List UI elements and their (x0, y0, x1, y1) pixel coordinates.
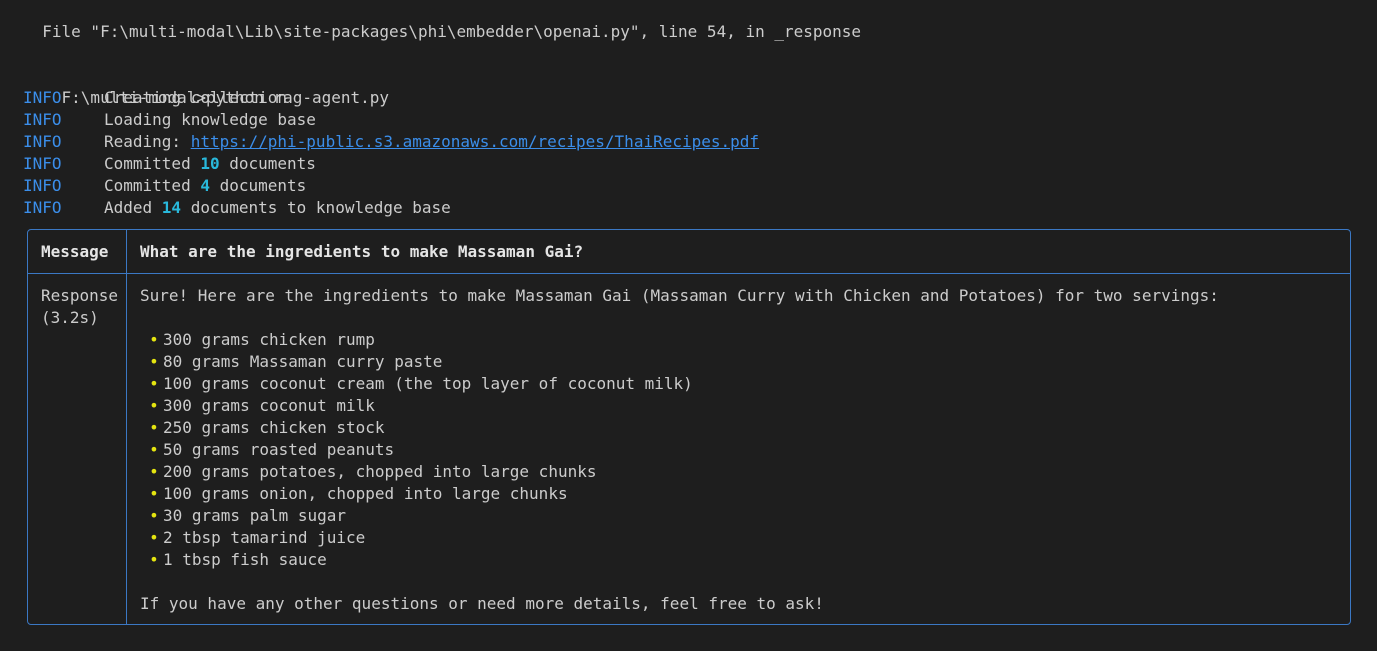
ingredient-text: 80 grams Massaman curry paste (163, 352, 443, 371)
log-text: Loading knowledge base (104, 110, 316, 129)
bullet-icon: • (149, 396, 159, 415)
bullet-icon: • (149, 506, 159, 525)
ingredient-text: 300 grams chicken rump (163, 330, 375, 349)
log-line: INFO Creating collection (23, 87, 287, 109)
log-level: INFO (23, 110, 62, 129)
ingredient-text: 30 grams palm sugar (163, 506, 347, 525)
command-prompt-line: F:\multi-modal>python rag-agent.py (23, 65, 390, 107)
response-label: Response (41, 286, 119, 305)
log-count: 4 (200, 176, 210, 195)
response-outro: If you have any other questions or need … (140, 594, 824, 613)
traceback-line: File "F:\multi-modal\Lib\site-packages\p… (23, 22, 862, 41)
bullet-icon: • (149, 418, 159, 437)
message-text: What are the ingredients to make Massama… (140, 242, 584, 261)
panel-divider-horizontal (28, 273, 1350, 274)
list-item: • 30 grams palm sugar (145, 505, 346, 527)
log-level: INFO (23, 88, 62, 107)
log-text: Added (104, 198, 162, 217)
list-item: • 200 grams potatoes, chopped into large … (145, 461, 596, 483)
log-text: Creating collection (104, 88, 288, 107)
bullet-icon: • (149, 528, 159, 547)
log-level: INFO (23, 132, 62, 151)
log-level: INFO (23, 176, 62, 195)
bullet-icon: • (149, 374, 159, 393)
ingredient-text: 100 grams onion, chopped into large chun… (163, 484, 568, 503)
bullet-icon: • (149, 352, 159, 371)
log-line: INFO Added 14 documents to knowledge base (23, 197, 451, 219)
bullet-icon: • (149, 462, 159, 481)
log-count: 10 (200, 154, 220, 173)
list-item: • 2 tbsp tamarind juice (145, 527, 365, 549)
log-text: Committed (104, 154, 201, 173)
message-label: Message (41, 242, 109, 261)
ingredient-text: 2 tbsp tamarind juice (163, 528, 366, 547)
log-count: 14 (161, 198, 182, 217)
ingredient-text: 50 grams roasted peanuts (163, 440, 395, 459)
list-item: • 300 grams chicken rump (145, 329, 375, 351)
log-text: documents to knowledge base (181, 198, 451, 217)
list-item: • 300 grams coconut milk (145, 395, 375, 417)
log-level: INFO (23, 198, 62, 217)
bullet-icon: • (149, 550, 159, 569)
list-item: • 1 tbsp fish sauce (145, 549, 327, 571)
response-time: (3.2s) (41, 308, 99, 327)
ingredient-text: 100 grams coconut cream (the top layer o… (163, 374, 693, 393)
list-item: • 100 grams coconut cream (the top layer … (145, 373, 693, 395)
log-text: Committed (104, 176, 201, 195)
log-line: INFO Committed 4 documents (23, 175, 306, 197)
list-item: • 250 grams chicken stock (145, 417, 385, 439)
list-item: • 50 grams roasted peanuts (145, 439, 394, 461)
log-link[interactable]: https://phi-public.s3.amazonaws.com/reci… (191, 132, 759, 151)
ingredient-text: 1 tbsp fish sauce (163, 550, 327, 569)
log-text: Reading: (104, 132, 191, 151)
bullet-icon: • (149, 484, 159, 503)
log-line: INFO Reading: https://phi-public.s3.amazo… (23, 131, 759, 153)
log-line: INFO Committed 10 documents (23, 153, 316, 175)
response-panel: Message What are the ingredients to make… (27, 229, 1351, 625)
log-level: INFO (23, 154, 62, 173)
list-item: • 80 grams Massaman curry paste (145, 351, 442, 373)
log-text: documents (209, 176, 307, 195)
ingredient-text: 200 grams potatoes, chopped into large c… (163, 462, 597, 481)
list-item: • 100 grams onion, chopped into large chu… (145, 483, 568, 505)
terminal-window[interactable]: File "F:\multi-modal\Lib\site-packages\p… (0, 0, 1377, 651)
bullet-icon: • (149, 330, 159, 349)
bullet-icon: • (149, 440, 159, 459)
response-intro: Sure! Here are the ingredients to make M… (140, 286, 1219, 305)
log-text: documents (219, 154, 316, 173)
log-line: INFO Loading knowledge base (23, 109, 316, 131)
panel-divider-vertical (126, 230, 127, 624)
ingredient-text: 300 grams coconut milk (163, 396, 375, 415)
ingredient-text: 250 grams chicken stock (163, 418, 385, 437)
